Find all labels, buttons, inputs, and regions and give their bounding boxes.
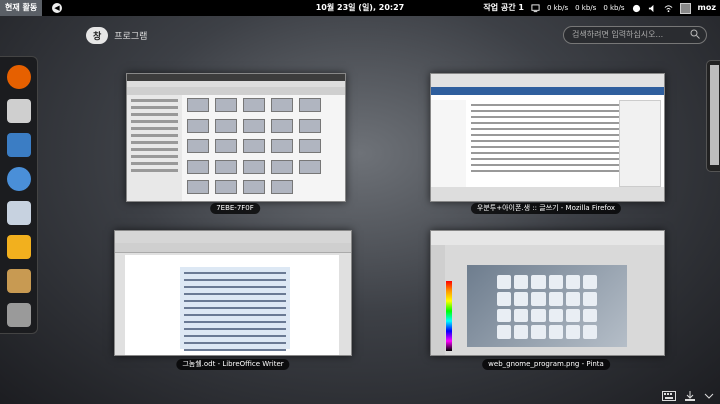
window-thumbnail-writer[interactable] bbox=[114, 230, 352, 356]
net-down2-value: 0 kb/s bbox=[603, 4, 625, 12]
window-thumbnail-file-manager[interactable] bbox=[126, 73, 346, 202]
inkscape-icon[interactable] bbox=[7, 201, 31, 225]
workspace-switcher[interactable] bbox=[706, 60, 720, 172]
monitor-icon[interactable] bbox=[531, 3, 540, 13]
keyboard-icon[interactable] bbox=[662, 391, 676, 401]
power-indicator-icon[interactable] bbox=[632, 4, 641, 13]
user-avatar[interactable] bbox=[679, 2, 691, 14]
status-area: 작업 공간 1 0 kb/s 0 kb/s 0 kb/s moz bbox=[483, 0, 716, 16]
search-input[interactable]: 검색하려면 입력하십시오... bbox=[563, 26, 707, 44]
chevron-down-icon[interactable] bbox=[704, 391, 714, 401]
volume-icon[interactable] bbox=[648, 4, 657, 13]
net-up-value: 0 kb/s bbox=[575, 4, 597, 12]
window-thumbnail-pinta[interactable] bbox=[430, 230, 665, 356]
view-selector: 창 프로그램 bbox=[86, 27, 147, 44]
wifi-icon[interactable] bbox=[664, 4, 673, 13]
window-caption[interactable]: web_gnome_program.png - Pinta bbox=[482, 359, 610, 370]
message-tray bbox=[662, 388, 720, 404]
blog-app-icon[interactable] bbox=[7, 235, 31, 259]
net-down-value: 0 kb/s bbox=[546, 4, 569, 12]
archive-icon[interactable] bbox=[7, 269, 31, 293]
window-caption[interactable]: 7EBE-7F0F bbox=[210, 203, 260, 214]
settings-tool-icon[interactable] bbox=[7, 303, 31, 327]
file-manager-icon[interactable] bbox=[7, 99, 31, 123]
qbittorrent-icon[interactable] bbox=[7, 167, 31, 191]
workspace-thumbnail[interactable] bbox=[710, 65, 719, 165]
window-caption[interactable]: 우분투+아이폰.생 :: 글쓰기 - Mozilla Firefox bbox=[470, 203, 622, 214]
tab-windows[interactable]: 창 bbox=[86, 27, 109, 44]
download-icon[interactable] bbox=[684, 390, 696, 402]
dash bbox=[0, 56, 38, 334]
libreoffice-writer-icon[interactable] bbox=[7, 133, 31, 157]
tab-applications[interactable]: 프로그램 bbox=[114, 29, 147, 42]
search-placeholder: 검색하려면 입력하십시오... bbox=[572, 30, 664, 39]
search-icon bbox=[690, 29, 700, 39]
window-caption[interactable]: 그놈쉘.odt - LibreOffice Writer bbox=[176, 359, 290, 370]
user-name[interactable]: moz bbox=[698, 0, 717, 16]
window-thumbnail-firefox[interactable] bbox=[430, 73, 665, 202]
firefox-icon[interactable] bbox=[7, 65, 31, 89]
top-panel: 현재 활동 ◀ 10월 23일 (일), 20:27 작업 공간 1 0 kb/… bbox=[0, 0, 720, 16]
workspace-indicator[interactable]: 작업 공간 1 bbox=[483, 0, 524, 16]
